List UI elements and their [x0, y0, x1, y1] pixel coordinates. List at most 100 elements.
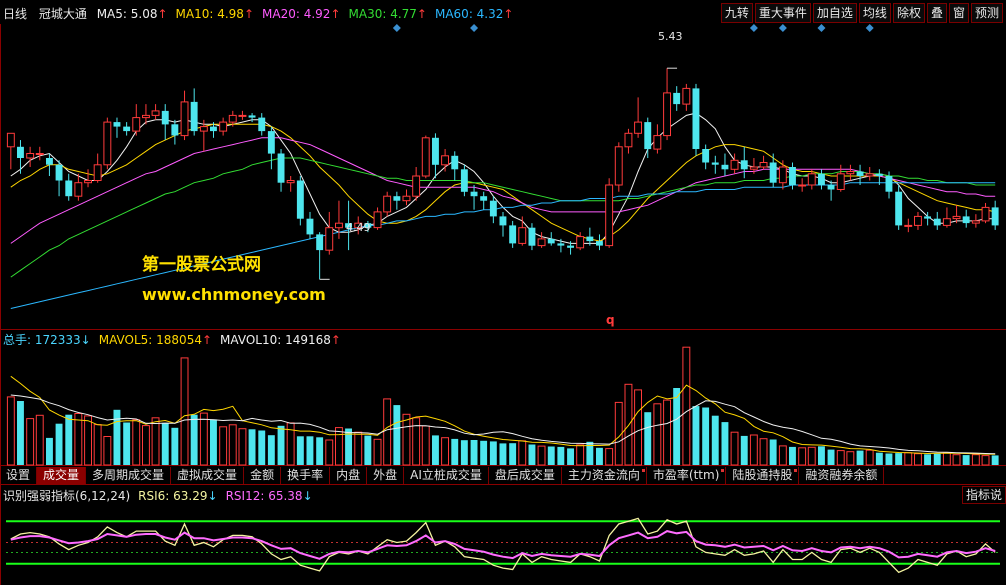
volume-bar — [846, 451, 855, 466]
volume-bar — [277, 425, 285, 465]
candle-body — [383, 195, 392, 213]
volume-bar — [35, 414, 44, 466]
volume-legend-label: MAVOL5: 188054 — [98, 333, 202, 347]
arrow-up-icon: ↑ — [201, 333, 213, 347]
candle — [634, 97, 642, 138]
volume-bar — [981, 455, 990, 466]
candle-body — [335, 222, 343, 229]
candle-body — [74, 182, 83, 197]
rsi-legend-item: RSI6: 63.29↓ — [138, 489, 217, 503]
candle — [981, 202, 990, 224]
candle — [470, 184, 478, 210]
volume-bar — [547, 446, 555, 465]
candle-body — [875, 173, 883, 176]
candle — [962, 209, 970, 228]
ma-legend-label: MA30: 4.77 — [348, 7, 417, 21]
indicator-tab[interactable]: 内盘 — [330, 467, 368, 484]
candle-body — [547, 238, 555, 244]
volume-bar — [885, 453, 893, 465]
volume-bar — [499, 443, 507, 465]
volume-bar — [807, 446, 816, 466]
indicator-tab[interactable]: 陆股通持股 — [726, 467, 800, 484]
candle — [35, 146, 44, 161]
volume-bar — [644, 412, 652, 465]
indicator-tab[interactable]: 设置 — [0, 467, 38, 484]
high-price-value: 5.43 — [658, 30, 683, 43]
indicator-tab[interactable]: 换手率 — [281, 467, 331, 484]
rsi-line — [10, 530, 996, 560]
indicator-tab[interactable]: 多周期成交量 — [86, 467, 172, 484]
indicator-tab[interactable]: AI立桩成交量 — [404, 467, 489, 484]
candle — [663, 68, 671, 141]
volume-legend-item: 总手: 172333↓ — [3, 333, 91, 347]
indicator-tab[interactable]: 成交量 — [37, 467, 87, 484]
candle — [596, 234, 603, 251]
toolbar-button[interactable]: 均线 — [858, 3, 891, 23]
arrow-up-icon: ↑ — [416, 7, 427, 21]
candle — [393, 191, 401, 210]
indicator-tab[interactable]: 市盈率(ttm) — [647, 467, 727, 484]
candle-body — [499, 216, 507, 226]
candle-body — [836, 173, 845, 191]
candle-body — [644, 122, 652, 150]
volume-legend-item: MAVOL5: 188054↑ — [99, 333, 212, 347]
candle-body — [653, 135, 662, 150]
volume-bar — [518, 440, 527, 466]
volume-bar — [749, 434, 758, 466]
indicator-tab[interactable]: 主力资金流向 — [562, 467, 647, 484]
volume-bar — [634, 389, 642, 466]
candle-body — [702, 149, 710, 163]
candle-body — [199, 126, 208, 132]
candle-body — [789, 167, 796, 185]
candle-body — [296, 180, 304, 219]
indicator-tab[interactable]: 外盘 — [367, 467, 405, 484]
candle-body — [84, 180, 92, 184]
candle-body — [151, 110, 160, 116]
volume-bar — [46, 437, 53, 465]
candle-body — [904, 224, 913, 227]
volume-bar — [393, 405, 401, 465]
candle — [914, 211, 922, 230]
candle-body — [113, 122, 121, 127]
ma-legend-item: MA5: 5.08↑ — [97, 7, 168, 21]
toolbar-button[interactable]: 除权 — [892, 3, 925, 23]
candle-body — [248, 115, 256, 118]
toolbar-button[interactable]: 九转 — [720, 3, 753, 23]
volume-bar — [865, 449, 874, 466]
candle-body — [65, 180, 73, 197]
candle-body — [914, 215, 922, 226]
indicator-explain-button[interactable]: 指标说 — [961, 486, 1006, 504]
indicator-tab-label: 市盈率(ttm) — [652, 468, 720, 482]
toolbar-button[interactable]: 加自选 — [812, 3, 857, 23]
rsi-panel — [6, 517, 1000, 574]
candle — [644, 117, 652, 159]
event-diamond-icon — [778, 24, 787, 32]
indicator-tab[interactable]: 融资融券余额 — [799, 467, 885, 484]
event-diamond-icon — [470, 24, 479, 32]
volume-bar — [875, 452, 883, 465]
candle — [383, 191, 392, 217]
indicator-tab[interactable]: 盘后成交量 — [489, 467, 562, 484]
candle — [65, 173, 73, 201]
indicator-tab[interactable]: 金额 — [244, 467, 282, 484]
toolbar-button[interactable]: 重大事件 — [754, 3, 811, 23]
stock-name: 冠城大通 — [38, 7, 87, 21]
volume-bar — [132, 419, 141, 466]
toolbar-button[interactable]: 预测 — [970, 3, 1003, 23]
candle-body — [55, 164, 63, 181]
candle-body — [798, 184, 807, 187]
candle — [277, 149, 285, 192]
volume-bar — [924, 454, 931, 465]
volume-bar — [316, 437, 324, 465]
toolbar-button[interactable]: 窗 — [948, 3, 969, 23]
candle — [827, 180, 835, 201]
toolbar-button[interactable]: 叠 — [926, 3, 947, 23]
period-label[interactable]: 日线 — [3, 7, 27, 21]
candle-body — [421, 137, 430, 177]
volume-bar — [663, 399, 671, 466]
candle — [489, 196, 497, 224]
indicator-tab[interactable]: 虚拟成交量 — [171, 467, 245, 484]
low-price-label: 4.49 — [346, 221, 371, 234]
candle-body — [17, 146, 24, 158]
candle-body — [991, 207, 999, 226]
